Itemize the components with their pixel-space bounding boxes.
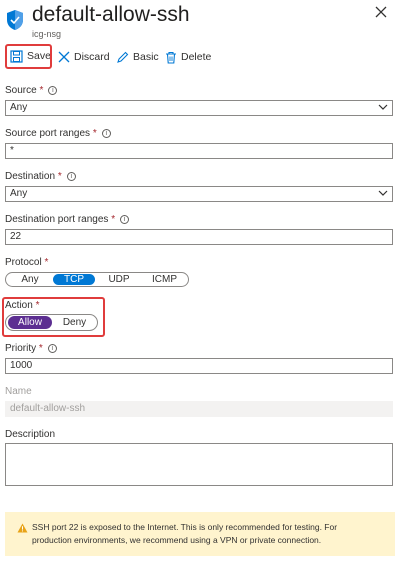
protocol-toggle: Any TCP UDP ICMP	[5, 272, 189, 287]
basic-button[interactable]: Basic	[116, 43, 159, 71]
destination-select[interactable]: Any	[5, 186, 393, 202]
save-highlight-box	[5, 44, 52, 69]
warning-icon	[17, 523, 28, 533]
name-label: Name	[5, 386, 32, 397]
source-label: Source * i	[5, 85, 58, 96]
delete-button[interactable]: Delete	[165, 43, 211, 71]
info-icon[interactable]: i	[101, 129, 111, 138]
info-icon[interactable]: i	[48, 86, 58, 95]
discard-label: Discard	[74, 51, 110, 63]
chevron-down-icon	[378, 190, 388, 196]
page-subtitle: icg-nsg	[32, 29, 62, 39]
info-icon[interactable]: i	[66, 172, 76, 181]
priority-label: Priority * i	[5, 343, 57, 354]
discard-button[interactable]: Discard	[58, 43, 110, 71]
basic-icon	[117, 51, 129, 63]
blade-header: default-allow-ssh icg-nsg	[0, 0, 400, 42]
source-port-ranges-label: Source port ranges * i	[5, 128, 111, 139]
name-input: default-allow-ssh	[5, 401, 393, 417]
protocol-option-tcp[interactable]: TCP	[53, 274, 95, 285]
warning-banner: SSH port 22 is exposed to the Internet. …	[5, 512, 395, 556]
destination-port-ranges-label: Destination port ranges * i	[5, 214, 130, 225]
protocol-option-icmp[interactable]: ICMP	[142, 274, 187, 285]
warning-text: SSH port 22 is exposed to the Internet. …	[32, 522, 338, 545]
source-select[interactable]: Any	[5, 100, 393, 116]
shield-icon	[6, 9, 24, 31]
basic-label: Basic	[133, 51, 159, 63]
description-label: Description	[5, 429, 56, 440]
protocol-label: Protocol *	[5, 257, 49, 268]
delete-label: Delete	[181, 51, 212, 63]
close-icon[interactable]	[374, 5, 388, 19]
discard-icon	[58, 51, 70, 63]
info-icon[interactable]: i	[47, 344, 57, 353]
chevron-down-icon	[378, 104, 388, 110]
action-highlight-box	[2, 297, 105, 337]
protocol-option-any[interactable]: Any	[8, 274, 52, 285]
description-textarea[interactable]	[5, 443, 393, 486]
page-title: default-allow-ssh	[32, 3, 190, 26]
priority-input[interactable]: 1000	[5, 358, 393, 374]
destination-label: Destination * i	[5, 171, 76, 182]
source-port-ranges-input[interactable]: *	[5, 143, 393, 159]
protocol-option-udp[interactable]: UDP	[97, 274, 141, 285]
destination-port-ranges-input[interactable]: 22	[5, 229, 393, 245]
command-bar: Save Discard Basic Delete	[0, 43, 400, 71]
info-icon[interactable]: i	[120, 215, 130, 224]
delete-icon	[166, 51, 176, 64]
